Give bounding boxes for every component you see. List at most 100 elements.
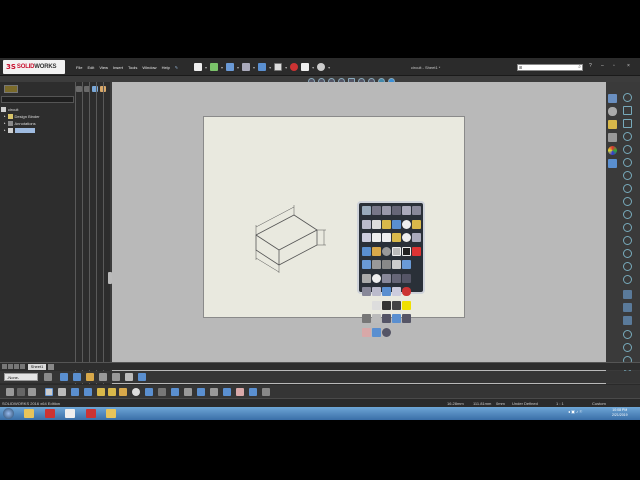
undo-icon[interactable] [258,63,267,71]
file-properties-icon[interactable] [301,63,310,71]
color-display-icon[interactable] [112,373,120,381]
status-units[interactable]: Custom [592,401,606,406]
balloon-icon[interactable] [392,206,401,215]
rectangle-icon[interactable] [402,273,411,283]
options-gear-icon[interactable] [317,63,326,71]
menu-view[interactable]: View [99,65,108,70]
centermark-icon[interactable] [145,388,153,396]
isometric-view[interactable] [204,117,466,319]
geometric-tolerance-icon[interactable] [382,287,391,296]
library-icon[interactable] [608,133,617,142]
cosmetic-thread-icon[interactable] [362,273,371,283]
rotate-entity-icon[interactable] [71,388,79,396]
hatch-icon[interactable] [171,388,179,396]
magnet-icon[interactable] [132,388,140,396]
note-icon[interactable] [108,388,116,396]
folder-icon[interactable] [608,120,617,129]
annotation-icon[interactable] [138,373,146,381]
pattern-grid-icon[interactable] [362,314,371,323]
trim-icon[interactable] [623,249,632,258]
next-sheet-icon[interactable] [14,364,19,369]
layer-select[interactable]: -None- [4,373,38,381]
help-button[interactable]: ? [589,63,592,69]
home-icon[interactable] [608,94,617,103]
hole-table-icon[interactable] [382,219,391,229]
chamfer-icon[interactable] [623,210,632,219]
tree-item-sheet[interactable]: ▸ [1,127,75,133]
color-yellow-icon[interactable] [402,300,411,310]
open-icon[interactable] [210,63,219,71]
surface-finish-icon[interactable] [210,388,218,396]
weld-icon[interactable] [412,219,421,229]
arc-icon[interactable] [412,233,421,242]
menu-insert[interactable]: Insert [113,65,123,70]
layout-icon[interactable] [372,327,381,337]
datum-icon[interactable] [412,206,421,215]
mirror-icon[interactable] [623,290,632,299]
solidworks-icon[interactable] [45,409,55,418]
chevron-down-icon[interactable]: ▾ [205,65,207,70]
line-format-icon[interactable] [392,246,401,256]
chevron-down-icon[interactable]: ▾ [285,65,287,70]
tree-filter-input[interactable] [1,96,74,103]
split-icon[interactable] [402,314,411,323]
color-icon[interactable] [402,246,411,256]
scale-entity-icon[interactable] [84,388,92,396]
custom-properties-icon[interactable] [608,159,617,168]
tree-item-annotations[interactable]: ▸ Annotations [1,120,75,126]
move-icon[interactable] [623,316,632,325]
new-document-icon[interactable] [194,63,202,71]
document-icon[interactable] [65,409,75,418]
copy-entity-icon[interactable] [97,388,105,396]
print-icon[interactable] [242,63,251,71]
image-insert-icon[interactable] [362,327,371,337]
undo-icon[interactable] [362,260,371,269]
centermark-icon[interactable] [372,233,381,242]
revision-icon[interactable] [392,219,401,229]
hatch-icon[interactable] [362,233,371,242]
pointer-icon[interactable] [28,388,36,396]
ellipse-icon[interactable] [623,184,632,193]
spline-icon[interactable] [392,273,401,283]
arc-icon[interactable] [623,145,632,154]
expand-icon[interactable]: ▸ [4,114,6,118]
line-style-icon[interactable] [86,373,94,381]
hole-callout-icon[interactable] [236,388,244,396]
copy-icon[interactable] [372,246,381,256]
move-entity-icon[interactable] [58,388,66,396]
minimize-button[interactable]: – [601,63,604,69]
rebuild-icon[interactable] [290,63,299,71]
revision-cloud-icon[interactable] [249,388,257,396]
prev-sheet-icon[interactable] [8,364,13,369]
surface-finish-icon[interactable] [402,206,411,215]
line-icon[interactable] [392,233,401,242]
system-tray[interactable]: ◂ ▣ ♪ ⚐ [568,409,583,414]
dimxpert-icon[interactable] [382,273,391,283]
grid-icon[interactable] [125,373,133,381]
bom-icon[interactable] [372,219,381,229]
properties-gear-icon[interactable] [372,273,381,283]
balloon-icon[interactable] [119,388,127,396]
tab-feature-manager[interactable] [4,85,18,93]
line-thickness-icon[interactable] [73,373,81,381]
chevron-down-icon[interactable]: ▾ [328,65,330,70]
select-icon[interactable] [45,388,53,396]
measure-icon[interactable] [372,314,381,323]
chevron-down-icon[interactable]: ▾ [237,65,239,70]
block-icon[interactable] [184,388,192,396]
weld-symbol-icon[interactable] [223,388,231,396]
circle-icon[interactable] [623,132,632,141]
dimension-icon[interactable] [17,388,25,396]
weld-bead-icon[interactable] [372,287,381,296]
centerline-icon[interactable] [382,233,391,242]
spline-icon[interactable] [623,171,632,180]
maximize-button[interactable]: ▫ [613,63,615,69]
eye-icon[interactable] [382,314,391,323]
last-sheet-icon[interactable] [20,364,25,369]
edit-sketch-icon[interactable] [362,301,371,310]
datum-target-icon[interactable] [362,287,371,296]
dimxpert-icon[interactable] [92,86,98,92]
smart-dimension-icon[interactable] [372,206,381,215]
table-icon[interactable] [262,388,270,396]
tree-root[interactable]: circuit [1,106,75,112]
